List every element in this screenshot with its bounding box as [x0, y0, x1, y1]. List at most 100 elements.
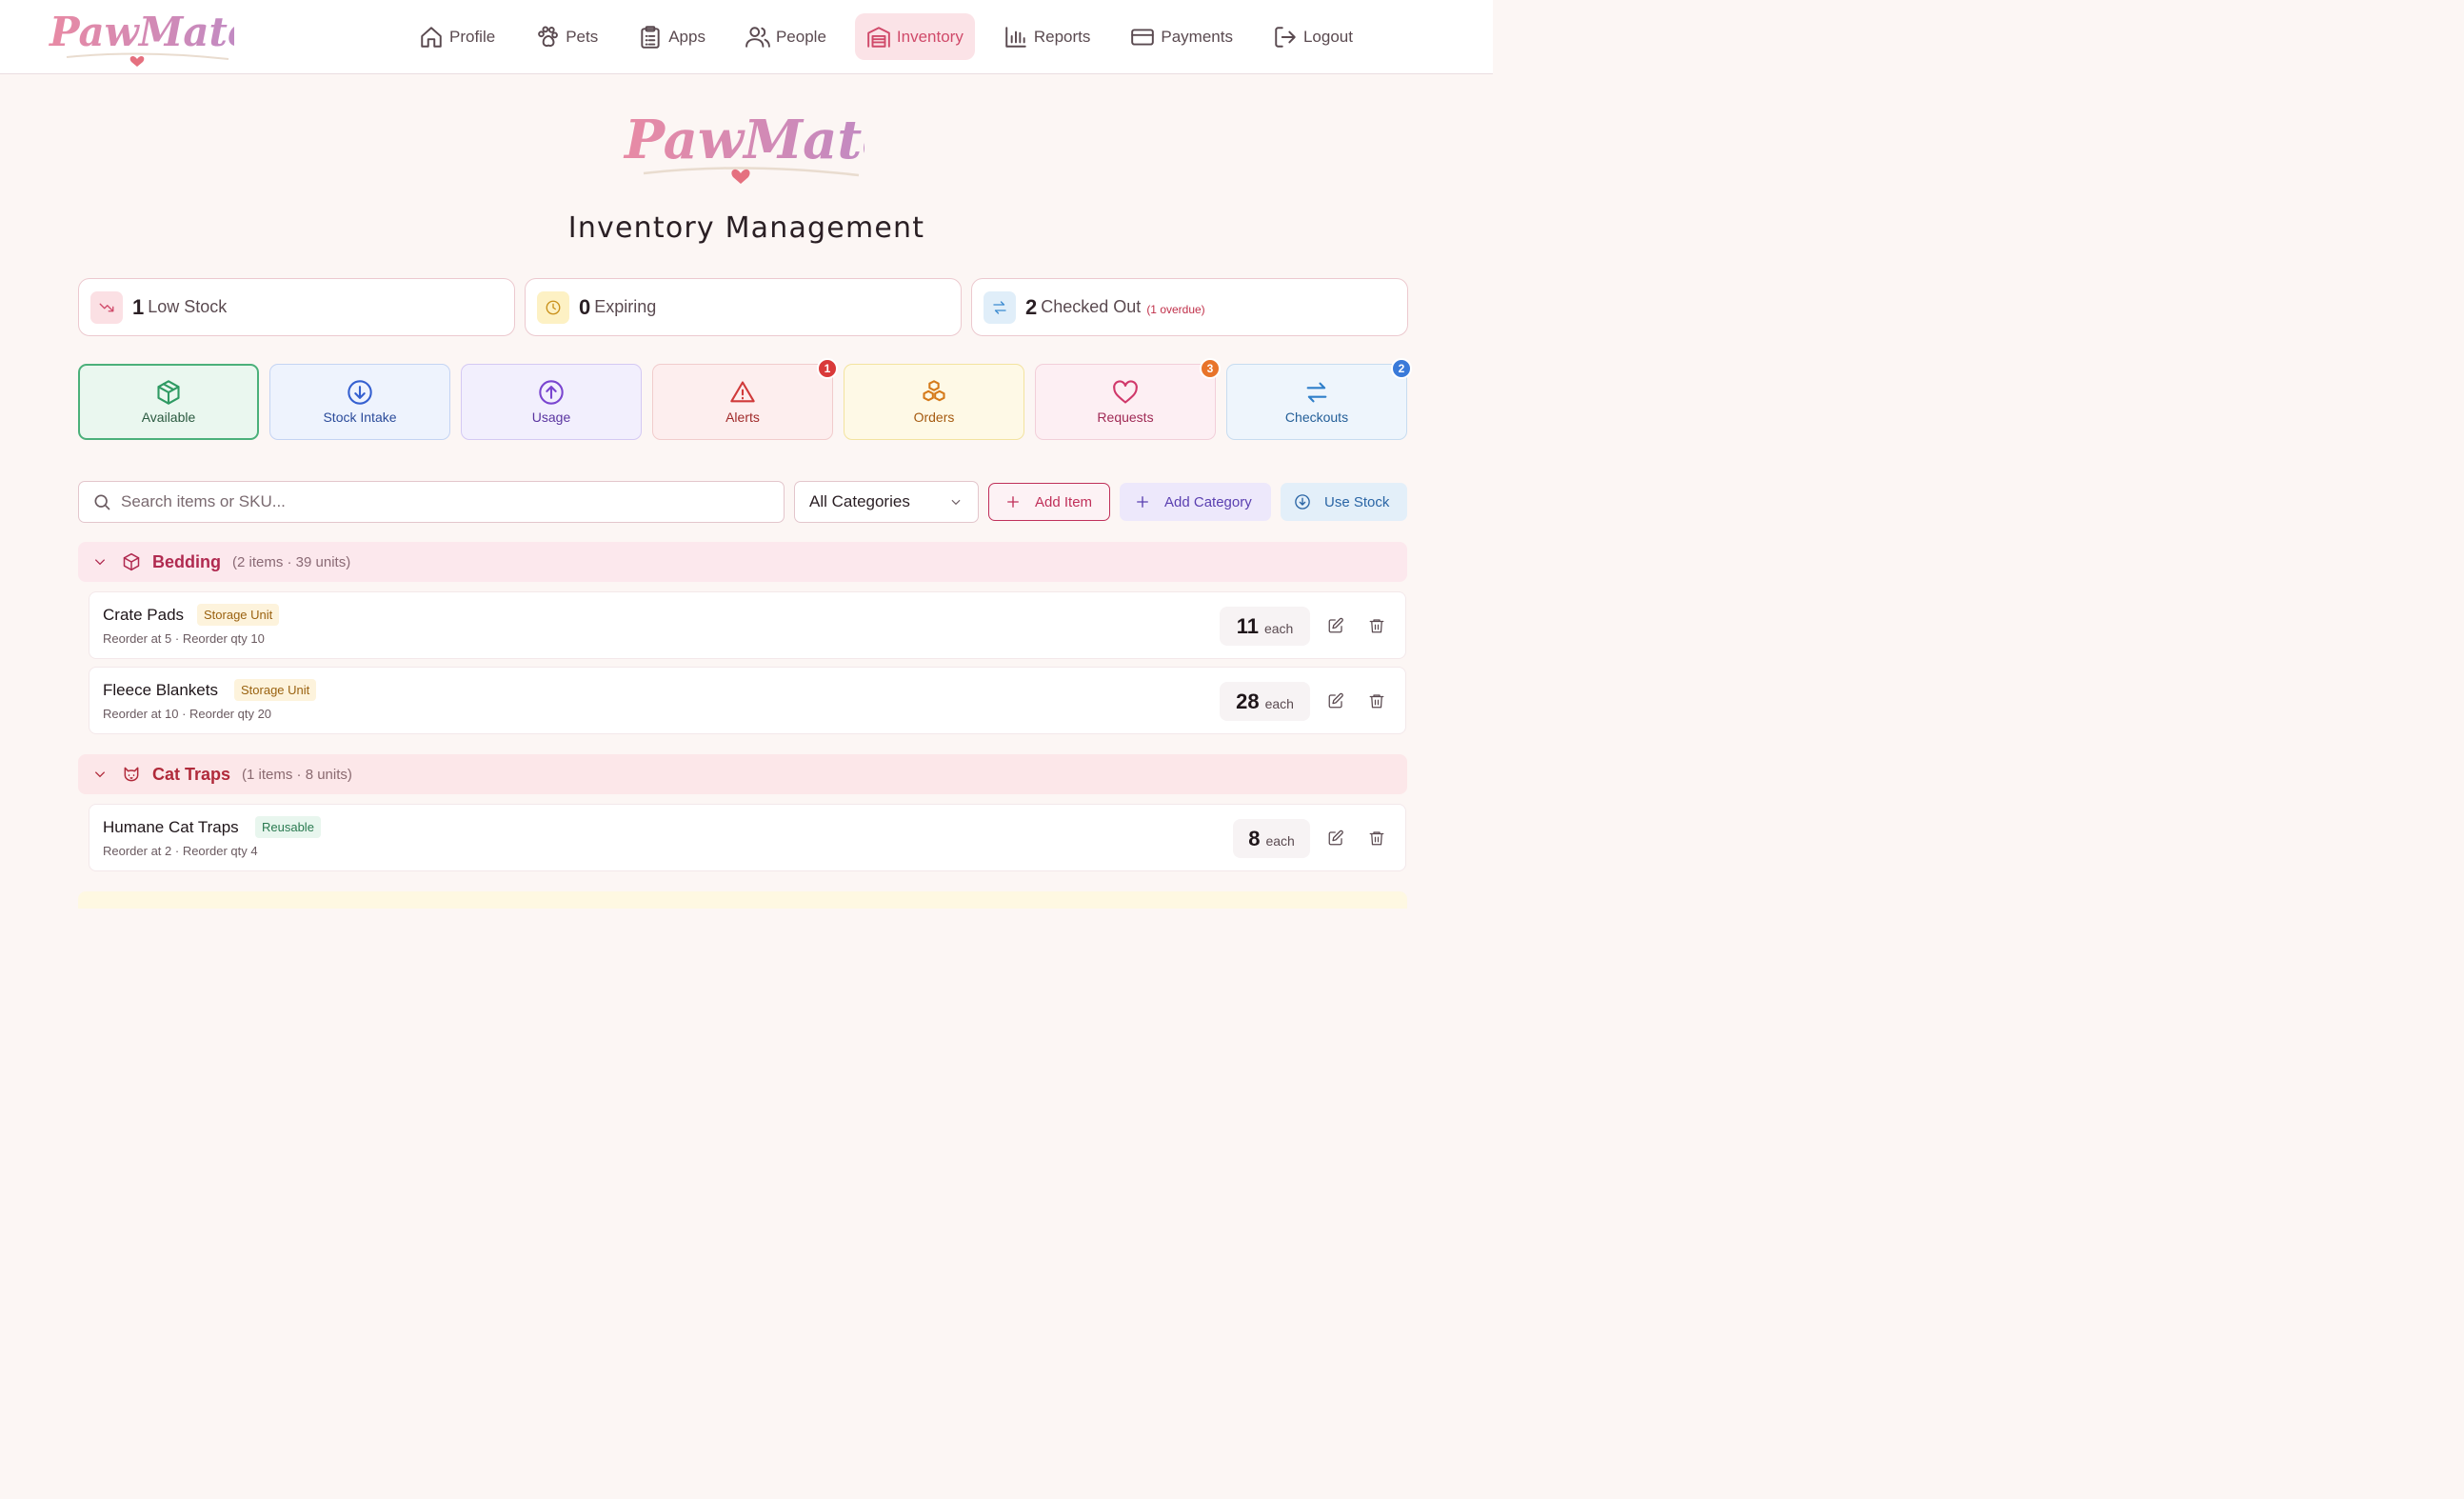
low-stock-label: Low Stock [148, 297, 228, 316]
swap-icon [1306, 382, 1327, 403]
item-meta: Reorder at 2 · Reorder qty 4 [103, 844, 258, 858]
nav-apps-label: Apps [668, 27, 705, 46]
paw-icon [538, 26, 559, 47]
item-name: Humane Cat Traps [103, 818, 239, 836]
tile-available[interactable]: Available [78, 364, 259, 440]
nav-logout[interactable]: Logout [1262, 13, 1364, 60]
item-meta: Reorder at 5 · Reorder qty 10 [103, 631, 265, 646]
top-navbar: PawMates Profile Pets Apps People Invent… [0, 0, 1493, 74]
pawmates-logo[interactable]: PawMates [48, 4, 234, 67]
box-icon [157, 380, 180, 405]
warning-icon [730, 381, 755, 403]
nav-reports-label: Reports [1033, 27, 1091, 46]
add-item-button[interactable]: Add Item [988, 483, 1110, 521]
trash-icon[interactable] [1368, 692, 1385, 710]
list-item[interactable]: Crate Pads Storage Unit Reorder at 5 · R… [89, 591, 1406, 659]
category-header-bedding[interactable]: Bedding (2 items · 39 units) [78, 542, 1407, 582]
edit-icon[interactable] [1327, 829, 1344, 847]
alerts-badge: 1 [817, 358, 838, 379]
logout-icon [1275, 26, 1296, 48]
edit-icon[interactable] [1327, 692, 1344, 710]
edit-icon[interactable] [1327, 617, 1344, 634]
tile-checkouts-label: Checkouts [1284, 410, 1349, 425]
category-header-partial[interactable] [78, 891, 1407, 909]
category-header-cat-traps[interactable]: Cat Traps (1 items · 8 units) [78, 754, 1407, 794]
boxes-icon [923, 380, 945, 402]
tile-alerts[interactable]: Alerts 1 [652, 358, 838, 440]
warehouse-icon [867, 26, 890, 48]
tile-orders-label: Orders [913, 410, 955, 425]
category-select[interactable]: All Categories [794, 481, 979, 523]
tile-alerts-label: Alerts [725, 410, 760, 425]
use-stock-label: Use Stock [1324, 493, 1390, 510]
chevron-down-icon [94, 771, 106, 778]
arrow-up-circle-icon [539, 380, 564, 405]
tile-available-label: Available [141, 410, 196, 425]
item-tag: Storage Unit [234, 679, 317, 701]
nav-people[interactable]: People [734, 13, 838, 60]
list-item[interactable]: Fleece Blankets Storage Unit Reorder at … [89, 667, 1406, 734]
trash-icon[interactable] [1368, 829, 1385, 847]
nav-profile-label: Profile [449, 27, 496, 46]
tile-stock-intake-label: Stock Intake [323, 410, 397, 425]
add-category-label: Add Category [1164, 493, 1252, 510]
checked-out-count: 2 [1025, 294, 1038, 319]
clipboard-icon [641, 25, 660, 49]
item-tag: Storage Unit [197, 604, 280, 626]
stat-low-stock[interactable]: 1 Low Stock [78, 278, 515, 336]
stat-expiring[interactable]: 0 Expiring [525, 278, 962, 336]
nav-apps[interactable]: Apps [626, 13, 717, 60]
nav-payments[interactable]: Payments [1119, 13, 1244, 60]
plus-icon [1007, 496, 1019, 508]
expiring-count: 0 [579, 294, 591, 319]
tile-stock-intake[interactable]: Stock Intake [269, 364, 450, 440]
nav-profile[interactable]: Profile [407, 13, 507, 60]
trash-icon[interactable] [1368, 617, 1385, 634]
chevron-down-icon [94, 559, 106, 566]
tile-orders[interactable]: Orders [844, 364, 1024, 440]
checked-out-label: Checked Out [1041, 297, 1142, 316]
tile-checkouts[interactable]: Checkouts 2 [1226, 358, 1412, 440]
pawmates-logo-large: PawMates [623, 109, 864, 184]
package-icon [123, 552, 140, 571]
plus-icon [1137, 496, 1148, 508]
item-name: Crate Pads [103, 606, 185, 624]
tile-usage[interactable]: Usage [461, 364, 642, 440]
low-stock-count: 1 [132, 294, 145, 319]
tile-requests-label: Requests [1097, 410, 1154, 425]
search-input[interactable] [121, 492, 768, 511]
list-item[interactable]: Humane Cat Traps Reusable Reorder at 2 ·… [89, 804, 1406, 871]
search-box [78, 481, 785, 523]
category-select-value: All Categories [809, 492, 910, 510]
trending-down-icon [90, 290, 123, 324]
clock-icon [537, 290, 569, 324]
nav-inventory[interactable]: Inventory [854, 13, 975, 60]
cat-icon [124, 767, 139, 782]
chevron-down-icon [951, 499, 961, 506]
item-quantity: 8 each [1233, 819, 1310, 858]
nav-reports[interactable]: Reports [992, 13, 1103, 60]
requests-badge: 3 [1200, 358, 1221, 379]
item-qty-unit: each [1264, 696, 1294, 711]
home-icon [421, 26, 442, 48]
item-qty-unit: each [1263, 621, 1294, 636]
item-name: Fleece Blankets [103, 681, 218, 699]
nav-pets[interactable]: Pets [524, 13, 609, 60]
arrow-down-circle-icon [1295, 494, 1310, 510]
nav-pets-label: Pets [566, 27, 599, 46]
heart-icon [1113, 380, 1138, 404]
users-icon [745, 26, 770, 48]
category-meta: (1 items · 8 units) [242, 766, 352, 783]
stat-checked-out[interactable]: 2 Checked Out (1 overdue) [971, 278, 1408, 336]
add-category-button[interactable]: Add Category [1120, 483, 1271, 521]
item-qty-value: 8 [1248, 827, 1261, 850]
item-quantity: 11 each [1220, 607, 1310, 646]
item-meta: Reorder at 10 · Reorder qty 20 [103, 707, 272, 721]
expiring-label: Expiring [594, 297, 657, 316]
use-stock-button[interactable]: Use Stock [1281, 483, 1407, 521]
page-title: Inventory Management [567, 211, 925, 245]
overdue-note: (1 overdue) [1146, 302, 1205, 316]
item-qty-value: 11 [1236, 614, 1259, 638]
tile-requests[interactable]: Requests 3 [1035, 358, 1221, 440]
nav-logout-label: Logout [1302, 27, 1353, 46]
